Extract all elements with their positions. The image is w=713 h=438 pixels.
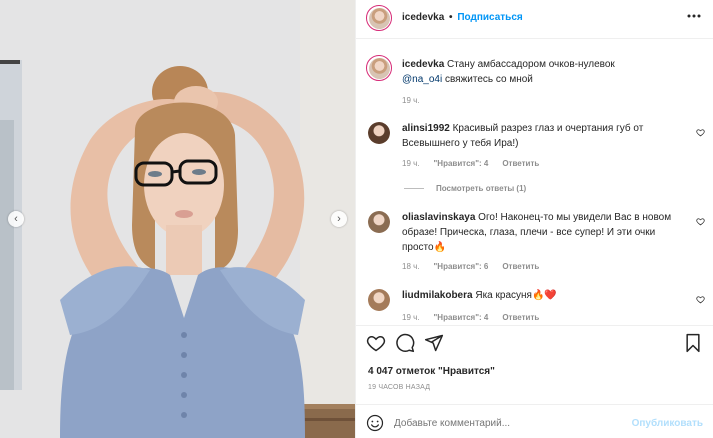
comment-text-line2: Всевышнего у тебя Ира!) xyxy=(402,138,519,149)
caption: icedevka Стану амбассадором очков-нулево… xyxy=(402,57,702,87)
view-replies-row: Посмотреть ответы (1) xyxy=(436,184,526,193)
comment-time: 19 ч. xyxy=(402,159,420,168)
comment-likes[interactable]: "Нравится": 6 xyxy=(434,262,489,271)
comment-avatar[interactable] xyxy=(368,122,390,144)
post-side-panel: icedevka • Подписаться icedevka Стану ам… xyxy=(355,0,713,438)
comment: liudmilakobera Яка красуня🔥❤️ xyxy=(402,288,682,303)
comment-username[interactable]: oliaslavinskaya xyxy=(402,212,475,223)
likes-summary[interactable]: 4 047 отметок "Нравится" xyxy=(368,366,713,377)
comment-like-icon[interactable] xyxy=(696,295,705,304)
caption-text: Стану амбассадором очков-нулевок xyxy=(447,59,615,70)
header-divider xyxy=(356,38,713,39)
carousel-next-button[interactable]: › xyxy=(331,211,347,227)
comment-username[interactable]: liudmilakobera xyxy=(402,290,473,301)
reply-button[interactable]: Ответить xyxy=(502,262,539,271)
caption-time: 19 ч. xyxy=(402,96,420,105)
more-horizontal-icon[interactable] xyxy=(687,14,701,18)
caption-username[interactable]: icedevka xyxy=(402,59,444,70)
post-header: icedevka • Подписаться xyxy=(402,12,713,23)
comment-input[interactable] xyxy=(394,412,624,434)
follow-button[interactable]: Подписаться xyxy=(457,12,522,23)
send-icon[interactable] xyxy=(424,333,444,353)
comment-like-icon[interactable] xyxy=(696,128,705,137)
caption-meta: 19 ч. xyxy=(402,96,420,105)
caption-mention[interactable]: @na_o4i xyxy=(402,74,442,85)
carousel-prev-button[interactable]: ‹ xyxy=(8,211,24,227)
comment-likes[interactable]: "Нравится": 4 xyxy=(434,313,489,322)
comment: alinsi1992 Красивый разрез глаз и очерта… xyxy=(402,121,682,151)
comment-text-line2: образе! Прическа, глаза, плечи - все суп… xyxy=(402,227,656,238)
comment-likes[interactable]: "Нравится": 4 xyxy=(434,159,489,168)
reply-button[interactable]: Ответить xyxy=(502,159,539,168)
replies-line xyxy=(404,188,424,189)
comment-time: 19 ч. xyxy=(402,313,420,322)
caption-text-after: свяжитесь со мной xyxy=(444,74,533,85)
post-time: 19 ЧАСОВ НАЗАД xyxy=(368,384,431,391)
header-separator: • xyxy=(449,12,453,23)
comment-like-icon[interactable] xyxy=(696,217,705,226)
publish-button[interactable]: Опубликовать xyxy=(632,418,703,429)
reply-button[interactable]: Ответить xyxy=(502,313,539,322)
comment-text-line3: просто🔥 xyxy=(402,242,447,253)
post-image xyxy=(0,0,355,438)
likes-count[interactable]: 4 047 отметок "Нравится" xyxy=(368,366,495,377)
comment-meta: 19 ч. "Нравится": 4 Ответить xyxy=(402,159,539,168)
smile-icon[interactable] xyxy=(366,414,384,432)
comment-avatar[interactable] xyxy=(368,289,390,311)
instagram-post: ‹ › icedevka • Подписаться icedevka Стан… xyxy=(0,0,713,438)
caption-avatar[interactable] xyxy=(366,55,392,81)
comment-text: Красивый разрез глаз и очертания губ от xyxy=(452,123,644,134)
author-avatar[interactable] xyxy=(366,5,392,31)
bookmark-icon[interactable] xyxy=(683,333,703,353)
heart-icon[interactable] xyxy=(366,333,386,353)
author-username[interactable]: icedevka xyxy=(402,12,444,23)
comment: oliaslavinskaya Ого! Наконец-то мы увиде… xyxy=(402,210,687,255)
comment-meta: 19 ч. "Нравится": 4 Ответить xyxy=(402,313,539,322)
comment-box-divider xyxy=(356,404,713,405)
comment-icon[interactable] xyxy=(395,333,415,353)
actions-divider xyxy=(356,325,713,326)
comment-text: Ого! Наконец-то мы увидели Вас в новом xyxy=(478,212,672,223)
view-replies-button[interactable]: Посмотреть ответы (1) xyxy=(436,184,526,193)
comment-time: 18 ч. xyxy=(402,262,420,271)
comment-text: Яка красуня🔥❤️ xyxy=(475,290,557,301)
comment-username[interactable]: alinsi1992 xyxy=(402,123,450,134)
post-photo[interactable]: ‹ › xyxy=(0,0,355,438)
comment-avatar[interactable] xyxy=(368,211,390,233)
comment-meta: 18 ч. "Нравится": 6 Ответить xyxy=(402,262,539,271)
